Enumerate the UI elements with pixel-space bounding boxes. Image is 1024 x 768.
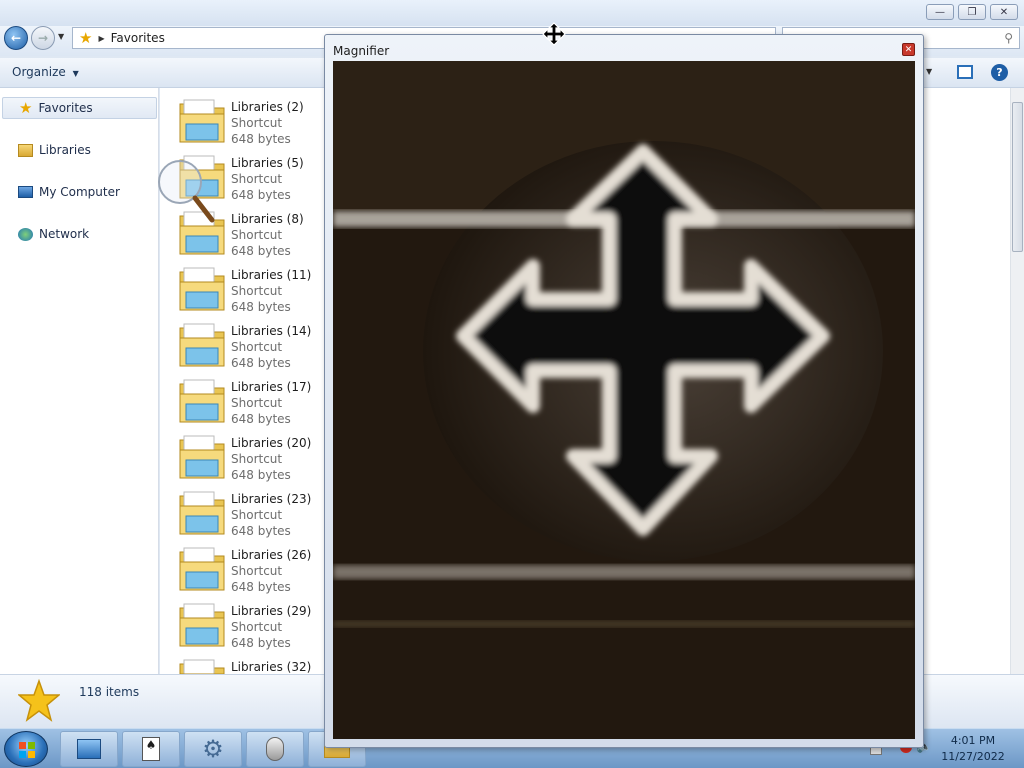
magnifier-view <box>333 61 915 739</box>
items-count: 118 items <box>79 685 140 699</box>
clock-time: 4:01 PM <box>950 734 996 747</box>
file-type: Shortcut <box>231 228 283 242</box>
star-icon <box>18 679 60 722</box>
shortcut-folder-icon <box>179 603 225 647</box>
file-name: Libraries (32) <box>231 660 312 674</box>
libraries-icon <box>18 143 33 157</box>
magnifier-close-button[interactable]: ✕ <box>902 43 915 56</box>
file-size: 648 bytes <box>231 188 291 202</box>
file-type: Shortcut <box>231 620 283 634</box>
nav-item-libraries[interactable]: Libraries <box>2 139 157 161</box>
clock-date: 11/27/2022 <box>941 750 1005 763</box>
chevron-down-icon: ▼ <box>72 69 79 78</box>
move-cursor-icon <box>542 22 566 46</box>
explorer-titlebar: — ❐ ✕ <box>0 0 1024 26</box>
mouse-icon <box>266 737 284 761</box>
magnifier-lens-cursor-icon <box>158 160 215 223</box>
shortcut-folder-icon <box>179 491 225 535</box>
file-name: Libraries (23) <box>231 492 312 506</box>
taskbar-solitaire-button[interactable]: ♠ <box>122 731 180 767</box>
solitaire-icon: ♠ <box>142 737 160 761</box>
file-type: Shortcut <box>231 116 283 130</box>
view-options-chevron-icon[interactable]: ▼ <box>926 67 932 76</box>
nav-item-my-computer[interactable]: My Computer <box>2 181 157 203</box>
settings-gear-icon: ⚙ <box>202 735 224 763</box>
nav-item-label: Libraries <box>39 143 91 157</box>
magnified-move-cursor-icon <box>333 61 915 739</box>
organize-button[interactable]: Organize ▼ <box>12 65 79 79</box>
file-name: Libraries (2) <box>231 100 304 114</box>
file-size: 648 bytes <box>231 300 291 314</box>
forward-button[interactable]: → <box>31 26 55 50</box>
file-type: Shortcut <box>231 340 283 354</box>
magnifier-title: Magnifier <box>333 44 390 58</box>
shortcut-folder-icon <box>179 435 225 479</box>
nav-item-favorites[interactable]: ★ Favorites <box>2 97 157 119</box>
computer-icon <box>18 186 33 198</box>
file-size: 648 bytes <box>231 636 291 650</box>
file-size: 648 bytes <box>231 412 291 426</box>
shortcut-folder-icon <box>179 99 225 143</box>
taskbar-settings-button[interactable]: ⚙ <box>184 731 242 767</box>
help-icon[interactable]: ? <box>991 64 1008 81</box>
file-name: Libraries (11) <box>231 268 312 282</box>
shortcut-folder-icon <box>179 379 225 423</box>
file-type: Shortcut <box>231 452 283 466</box>
shortcut-folder-icon <box>179 659 225 674</box>
nav-item-label: My Computer <box>39 185 120 199</box>
shortcut-folder-icon <box>179 323 225 367</box>
back-arrow-icon: ← <box>10 31 22 45</box>
windows-logo-icon <box>19 742 35 758</box>
file-size: 648 bytes <box>231 580 291 594</box>
file-size: 648 bytes <box>231 132 291 146</box>
search-icon: ⚲ <box>1004 31 1013 45</box>
file-name: Libraries (20) <box>231 436 312 450</box>
close-button[interactable]: ✕ <box>990 4 1018 20</box>
explorer-icon <box>77 739 101 759</box>
breadcrumb-favorites[interactable]: Favorites <box>111 31 165 45</box>
network-icon <box>18 227 33 241</box>
file-type: Shortcut <box>231 396 283 410</box>
system-clock[interactable]: 4:01 PM 11/27/2022 <box>930 733 1016 765</box>
back-button[interactable]: ← <box>4 26 28 50</box>
file-name: Libraries (5) <box>231 156 304 170</box>
file-name: Libraries (29) <box>231 604 312 618</box>
start-button[interactable] <box>4 731 48 767</box>
file-name: Libraries (26) <box>231 548 312 562</box>
breadcrumb-arrow-icon[interactable]: ▶ <box>98 34 104 43</box>
minimize-button[interactable]: — <box>926 4 954 20</box>
file-type: Shortcut <box>231 172 283 186</box>
forward-arrow-icon: → <box>37 31 49 45</box>
maximize-button[interactable]: ❐ <box>958 4 986 20</box>
file-type: Shortcut <box>231 508 283 522</box>
scrollbar-thumb[interactable] <box>1012 102 1023 252</box>
navigation-pane: ★ Favorites Libraries My Computer Networ… <box>0 88 159 674</box>
file-size: 648 bytes <box>231 468 291 482</box>
nav-item-network[interactable]: Network <box>2 223 157 245</box>
taskbar-explorer-button[interactable] <box>60 731 118 767</box>
shortcut-folder-icon <box>179 267 225 311</box>
file-size: 648 bytes <box>231 244 291 258</box>
file-size: 648 bytes <box>231 524 291 538</box>
nav-item-label: Network <box>39 227 90 241</box>
taskbar-mouse-button[interactable] <box>246 731 304 767</box>
file-type: Shortcut <box>231 284 283 298</box>
magnifier-window[interactable]: Magnifier ✕ <box>324 34 924 748</box>
file-name: Libraries (17) <box>231 380 312 394</box>
file-name: Libraries (8) <box>231 212 304 226</box>
star-icon: ★ <box>19 99 33 117</box>
recent-pages-chevron-icon[interactable]: ▼ <box>58 32 64 41</box>
file-size: 648 bytes <box>231 356 291 370</box>
file-name: Libraries (14) <box>231 324 312 338</box>
preview-pane-icon[interactable] <box>957 65 973 79</box>
star-icon: ★ <box>79 29 93 47</box>
vertical-scrollbar[interactable] <box>1010 88 1024 674</box>
nav-item-label: Favorites <box>38 101 93 115</box>
organize-label: Organize <box>12 65 66 79</box>
file-type: Shortcut <box>231 564 283 578</box>
shortcut-folder-icon <box>179 547 225 591</box>
